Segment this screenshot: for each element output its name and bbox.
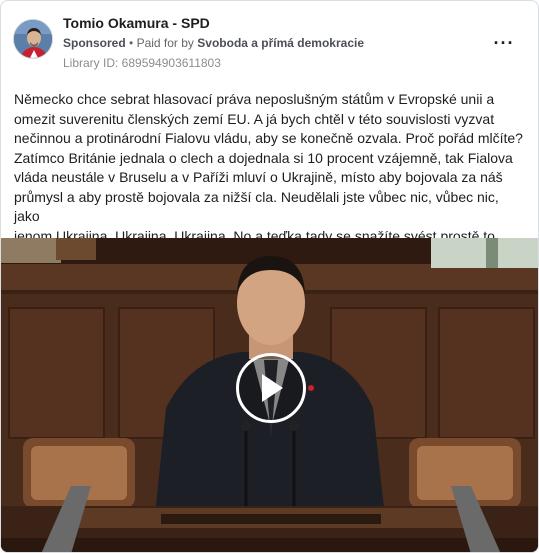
avatar[interactable] (13, 19, 53, 59)
post-header: Tomio Okamura - SPD Sponsored • Paid for… (13, 13, 526, 73)
page-name[interactable]: Tomio Okamura - SPD (63, 15, 210, 31)
avatar-image (14, 20, 52, 58)
post-text-line: Zatímco Británie jednala o clech a dojed… (14, 149, 513, 166)
post-text-line: omezit suverenitu členských zemí EU. A j… (14, 110, 495, 127)
more-options-button[interactable]: ··· (492, 33, 516, 53)
paid-for-label: Paid for by (136, 36, 194, 50)
post-text-line: Německo chce sebrat hlasovací práva nepo… (14, 91, 495, 107)
funder-name[interactable]: Svoboda a přímá demokracie (197, 36, 364, 50)
post-text-line: nečinnou a protinárodní Fialovu vládu, a… (14, 130, 523, 146)
sponsored-meta: Sponsored • Paid for by Svoboda a přímá … (63, 36, 364, 50)
library-id: Library ID: 689594903611803 (63, 56, 221, 70)
play-icon (262, 374, 283, 402)
more-horizontal-icon: ··· (493, 33, 515, 53)
sponsored-label: Sponsored (63, 36, 126, 50)
post-text-line: průmysl a aby prostě bojovala za nižší c… (14, 188, 499, 225)
ad-card: Tomio Okamura - SPD Sponsored • Paid for… (0, 0, 539, 553)
post-text-line: vláda neustále v Bruselu a v Paříži mluv… (14, 169, 503, 185)
play-button[interactable] (236, 353, 306, 423)
video-player[interactable] (1, 238, 538, 552)
meta-separator: • (129, 36, 134, 50)
